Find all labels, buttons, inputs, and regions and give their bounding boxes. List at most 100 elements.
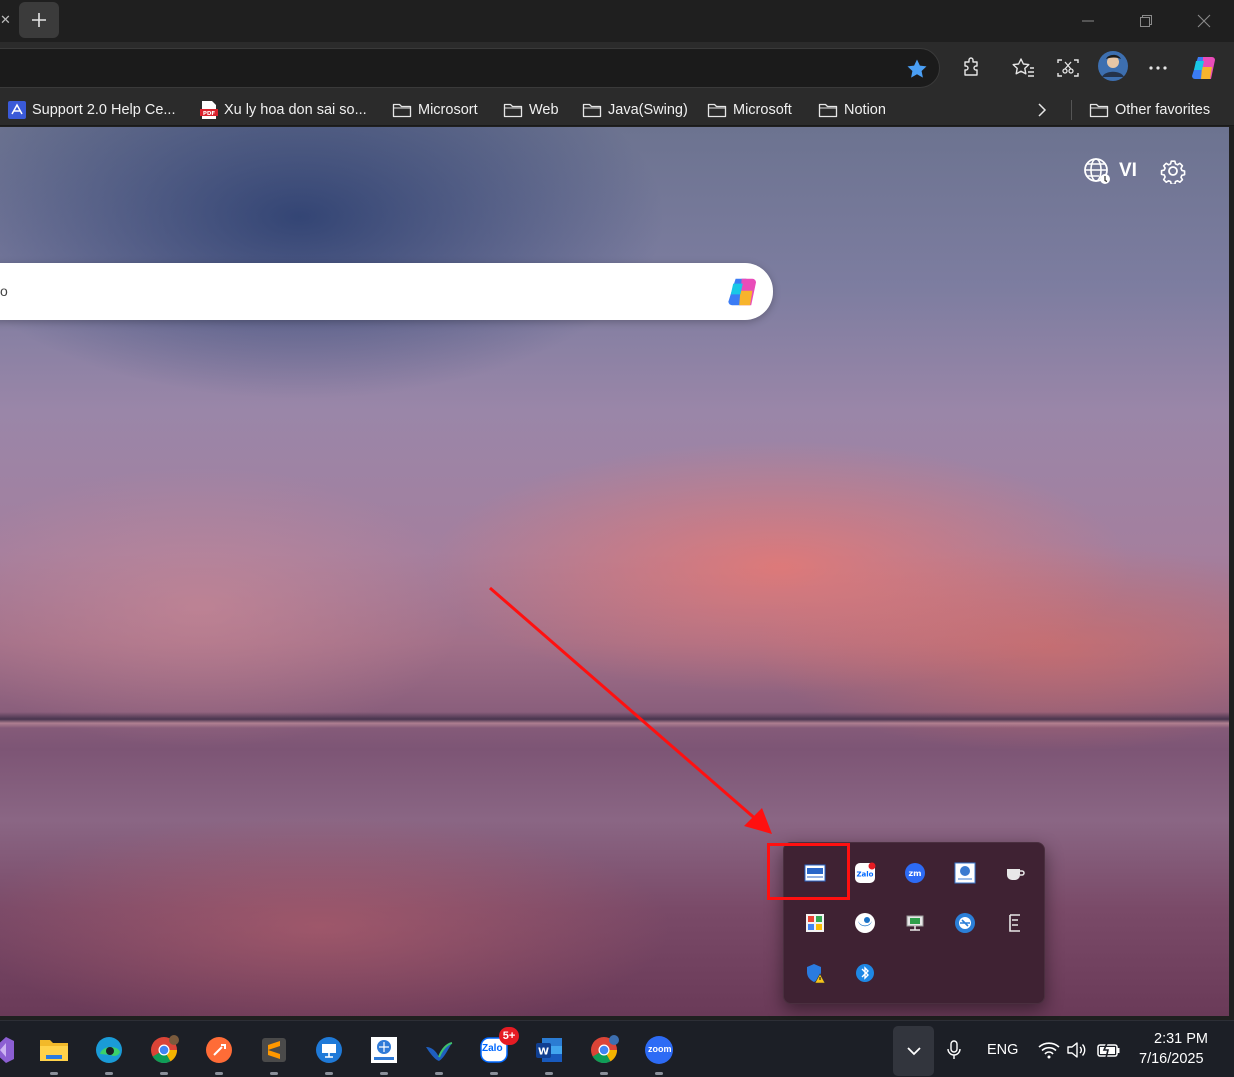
minimize-button[interactable]	[1066, 6, 1110, 36]
file-explorer-icon[interactable]	[37, 1033, 71, 1075]
notification-badge: 5+	[499, 1027, 519, 1045]
svg-text:W: W	[538, 1047, 549, 1058]
copilot-icon	[728, 278, 756, 306]
bird-app-icon[interactable]	[422, 1033, 456, 1075]
bookmark-label: Notion	[844, 102, 886, 118]
clock-time[interactable]: 2:31 PM	[1154, 1031, 1208, 1047]
taskbar: Zalo 5+ W zoom ENG 2:31 PM 7/16/2025	[0, 1020, 1234, 1077]
clock-date[interactable]: 7/16/2025	[1139, 1051, 1204, 1067]
microphone-icon[interactable]	[944, 1039, 964, 1061]
desktop-screen: ✕ Support 2.0 Help Ce... PDF Xu ly hoa d…	[0, 0, 1234, 1077]
search-placeholder: o	[0, 283, 8, 299]
edge-icon[interactable]	[92, 1033, 126, 1075]
bookmark-folder-java-swing[interactable]: Java(Swing)	[582, 98, 688, 122]
restore-button[interactable]	[1124, 6, 1168, 36]
profile-avatar[interactable]	[1097, 50, 1129, 82]
browser-toolbar	[0, 42, 1234, 94]
favorites-list-icon	[1012, 58, 1034, 77]
folder-icon	[392, 103, 412, 118]
web-search-box[interactable]: o	[0, 263, 773, 320]
new-tab-button[interactable]	[19, 2, 59, 38]
chevron-down-icon	[906, 1047, 921, 1056]
tab-close-icon[interactable]: ✕	[0, 10, 11, 30]
screenshot-button[interactable]	[1053, 54, 1083, 82]
bookmark-label: Support 2.0 Help Ce...	[32, 102, 176, 118]
favorite-star-button[interactable]	[905, 57, 929, 81]
globe-icon	[1084, 158, 1110, 184]
close-icon	[1197, 14, 1211, 28]
bookmark-folder-web[interactable]: Web	[503, 98, 559, 122]
ellipsis-icon	[1149, 66, 1167, 70]
restore-icon	[1140, 15, 1152, 27]
gear-icon	[1160, 160, 1186, 186]
zoom-icon[interactable]: zm	[904, 862, 926, 884]
bookmark-other-favorites[interactable]: Other favorites	[1089, 98, 1210, 122]
bookmarks-overflow-button[interactable]	[1035, 98, 1049, 122]
word-icon[interactable]: W	[532, 1033, 566, 1075]
address-bar[interactable]	[0, 48, 940, 88]
sublime-text-icon[interactable]	[257, 1033, 291, 1075]
volume-icon[interactable]	[1066, 1040, 1088, 1060]
security-warning-icon[interactable]	[804, 962, 826, 984]
svg-text:zm: zm	[909, 869, 922, 878]
chrome-icon[interactable]	[147, 1033, 181, 1075]
browser-title-bar: ✕	[0, 0, 1234, 42]
page-settings-button[interactable]	[1160, 158, 1186, 186]
battery-charging-icon[interactable]	[1096, 1039, 1122, 1061]
bookmark-folder-microsoft[interactable]: Microsoft	[707, 98, 792, 122]
minimize-icon	[1082, 20, 1094, 22]
postman-icon[interactable]	[202, 1033, 236, 1075]
bookmark-label: Xu ly hoa don sai so...	[224, 102, 367, 118]
copilot-icon	[1192, 57, 1215, 79]
more-options-button[interactable]	[1143, 54, 1173, 82]
zoom-icon[interactable]: zoom	[642, 1033, 676, 1075]
folder-icon	[1089, 103, 1109, 118]
bookmark-label: Microsort	[418, 102, 478, 118]
input-language-indicator[interactable]: ENG	[987, 1042, 1018, 1058]
bookmark-folder-notion[interactable]: Notion	[818, 98, 886, 122]
ultraviewer-icon[interactable]	[854, 912, 876, 934]
show-hidden-icons-button[interactable]	[893, 1026, 934, 1076]
folder-icon	[818, 103, 838, 118]
star-icon	[907, 59, 927, 78]
bookmarks-divider	[1071, 100, 1072, 120]
network-monitor-icon[interactable]	[904, 912, 926, 934]
bookmark-label: Other favorites	[1115, 102, 1211, 118]
copilot-search-button[interactable]	[725, 274, 763, 310]
epub-reader-icon[interactable]	[1004, 912, 1026, 934]
language-button[interactable]: VI	[1083, 157, 1137, 185]
bookmark-folder-microsort[interactable]: Microsort	[392, 98, 478, 122]
close-window-button[interactable]	[1182, 6, 1226, 36]
teacup-icon[interactable]	[1004, 862, 1026, 884]
folder-icon	[707, 103, 727, 118]
annotation-highlight-box	[767, 843, 850, 900]
copilot-button[interactable]	[1189, 52, 1221, 84]
zalo-icon[interactable]: Zalo 5+	[477, 1027, 519, 1075]
screenshot-icon	[1057, 59, 1079, 77]
bookmark-label: Web	[529, 102, 559, 118]
support-site-icon	[8, 101, 26, 119]
zalo-icon[interactable]: Zalo	[854, 862, 876, 884]
teamviewer-icon[interactable]	[954, 912, 976, 934]
pdf-icon: PDF	[200, 101, 218, 119]
chrome-profile-icon[interactable]	[587, 1033, 621, 1075]
svg-text:Zalo: Zalo	[856, 871, 873, 879]
folder-icon	[582, 103, 602, 118]
language-label: VI	[1119, 160, 1137, 181]
bluetooth-icon[interactable]	[854, 962, 876, 984]
remote-desktop-icon[interactable]	[312, 1033, 346, 1075]
bookmark-label: Java(Swing)	[608, 102, 688, 118]
einvoice-icon[interactable]	[954, 862, 976, 884]
extensions-button[interactable]	[957, 54, 987, 82]
puzzle-icon	[964, 57, 978, 76]
favorites-button[interactable]	[1008, 54, 1038, 82]
visual-studio-icon[interactable]	[0, 1033, 18, 1067]
photos-icon[interactable]	[804, 912, 826, 934]
annotation-arrow	[489, 586, 772, 834]
wifi-icon[interactable]	[1038, 1040, 1060, 1060]
bookmark-label: Microsoft	[733, 102, 792, 118]
bookmark-support[interactable]: Support 2.0 Help Ce...	[8, 98, 175, 122]
einvoice-icon[interactable]	[367, 1033, 401, 1075]
bookmark-xu-ly-hoa-don[interactable]: PDF Xu ly hoa don sai so...	[200, 98, 367, 122]
zoom-label: zoom	[648, 1044, 672, 1054]
